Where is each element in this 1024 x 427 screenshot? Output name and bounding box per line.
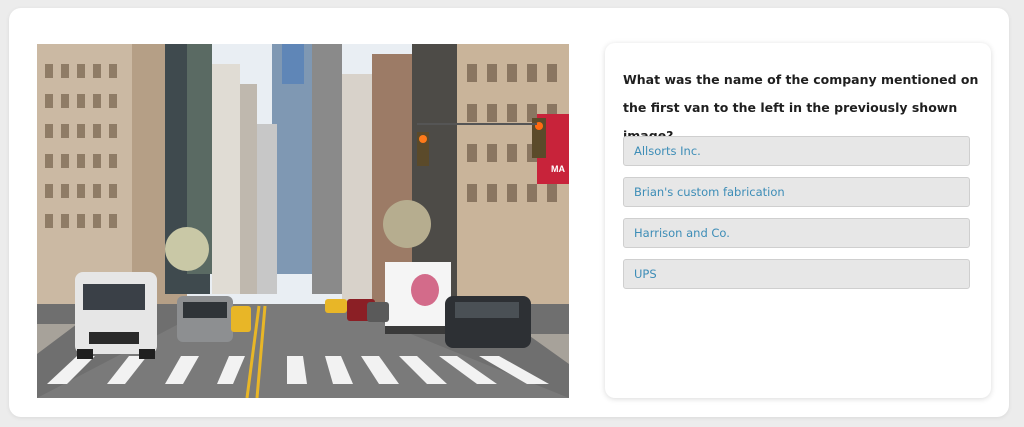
answer-option-3[interactable]: Harrison and Co. (623, 218, 970, 248)
answer-option-1[interactable]: Allsorts Inc. (623, 136, 970, 166)
banner-text: MA (551, 164, 565, 174)
answer-option-2[interactable]: Brian's custom fabrication (623, 177, 970, 207)
answer-option-label: Brian's custom fabrication (634, 185, 785, 199)
answer-option-label: Harrison and Co. (634, 226, 730, 240)
answer-option-label: UPS (634, 267, 657, 281)
answer-option-label: Allsorts Inc. (634, 144, 701, 158)
city-street-image: MA (37, 44, 569, 398)
answer-option-4[interactable]: UPS (623, 259, 970, 289)
street-photo: MA (37, 44, 569, 398)
question-card: What was the name of the company mention… (605, 43, 991, 398)
